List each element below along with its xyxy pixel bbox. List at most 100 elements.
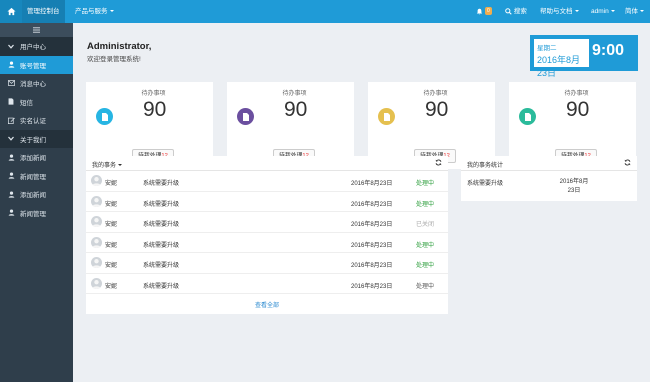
stats-task: 系统需要升级 xyxy=(467,181,504,187)
row-task: 系统需要升级 xyxy=(143,263,180,269)
table-row[interactable]: 安妮 系统需要升级 2016年8月23日 已关闭 xyxy=(86,212,448,233)
document-icon xyxy=(378,108,395,125)
chevron-down-icon xyxy=(640,10,644,13)
sidebar-item-verification[interactable]: 实名认证 xyxy=(0,111,73,130)
top-navbar: 管理控制台 产品与服务 0 搜索 帮助与文档 admin 简体 xyxy=(0,0,650,23)
document-icon xyxy=(519,108,536,125)
chevron-down-icon xyxy=(118,164,123,167)
row-task: 系统需要升级 xyxy=(143,283,180,290)
card-value: 90 xyxy=(284,98,308,121)
user-icon xyxy=(8,172,16,179)
help-menu[interactable]: 帮助与文档 xyxy=(540,0,579,23)
row-date: 2016年8月23日 xyxy=(351,222,393,228)
sidebar: 用户中心 账号管理 消息中心 短信 实名认证 关于我们 添加新闻 新闻管理 添加… xyxy=(0,23,73,382)
greeting-subtitle: 欢迎登录管理系统! xyxy=(87,56,141,63)
sidebar-item-about[interactable]: 关于我们 xyxy=(0,129,73,148)
edit-icon xyxy=(8,117,16,124)
avatar xyxy=(91,195,102,207)
avatar xyxy=(91,216,102,227)
sidebar-item-user-center[interactable]: 用户中心 xyxy=(0,37,73,56)
row-name: 安妮 xyxy=(105,222,118,228)
document-icon xyxy=(8,98,16,105)
chevron-down-icon xyxy=(109,10,114,13)
chevron-down-icon xyxy=(574,10,579,13)
sidebar-item-sms[interactable]: 短信 xyxy=(0,93,73,112)
row-date: 2016年8月23日 xyxy=(351,181,393,187)
sidebar-item-account[interactable]: 账号管理 xyxy=(0,55,73,74)
avatar xyxy=(91,277,102,289)
date-clock-widget: 星期二 2016年8月23日 9:00 xyxy=(530,35,638,78)
row-status: 处理中 xyxy=(416,242,435,249)
panel-header: 我的事务 xyxy=(86,156,448,171)
card-value: 90 xyxy=(143,98,167,121)
table-row[interactable]: 安妮 系统需要升级 2016年8月23日 处理中 xyxy=(86,171,448,192)
my-tasks-panel: 我的事务 安妮 系统需要升级 2016年8月23日 处理中 安妮 系统需要升级 2016年8… xyxy=(86,156,448,314)
view-all-link[interactable]: 查看全部 xyxy=(86,300,448,309)
card-value: 90 xyxy=(566,98,590,121)
document-icon xyxy=(237,108,254,125)
greeting-title: Administrator, xyxy=(87,41,152,52)
tasks-filter-dropdown[interactable]: 我的事务 xyxy=(92,160,123,169)
clock-time: 9:00 xyxy=(592,42,625,59)
row-date: 2016年8月23日 xyxy=(351,283,393,290)
stats-row: 系统需要升级 2016年8月 23日 xyxy=(461,171,637,201)
row-name: 安妮 xyxy=(105,181,118,187)
avatar xyxy=(91,175,102,186)
user-icon xyxy=(8,61,16,68)
row-name: 安妮 xyxy=(105,283,118,290)
task-stats-panel: 我的事务统计 系统需要升级 2016年8月 23日 xyxy=(461,156,637,201)
menu-icon xyxy=(33,27,40,33)
row-task: 系统需要升级 xyxy=(143,181,180,187)
table-row[interactable]: 安妮 系统需要升级 2016年8月23日 处理中 xyxy=(86,192,448,212)
sidebar-item-news-manage[interactable]: 新闻管理 xyxy=(0,167,73,186)
clock-date: 2016年8月23日 xyxy=(537,55,581,78)
row-task: 系统需要升级 xyxy=(143,201,180,208)
row-name: 安妮 xyxy=(105,242,118,249)
home-icon xyxy=(6,7,16,16)
envelope-icon xyxy=(8,80,16,87)
table-row[interactable]: 安妮 系统需要升级 2016年8月23日 处理中 xyxy=(86,253,448,274)
panel-title: 我的事务统计 xyxy=(467,163,504,169)
table-row[interactable]: 安妮 系统需要升级 2016年8月23日 处理中 xyxy=(86,274,448,294)
user-icon xyxy=(8,191,16,198)
sidebar-item-messages[interactable]: 消息中心 xyxy=(0,74,73,93)
clock-date-box: 星期二 2016年8月23日 xyxy=(534,39,589,78)
sidebar-item-news-manage-2[interactable]: 新闻管理 xyxy=(0,204,73,223)
notification-badge: 0 xyxy=(485,7,492,16)
row-status: 处理中 xyxy=(416,283,435,290)
sidebar-item-add-news-2[interactable]: 添加新闻 xyxy=(0,185,73,204)
card-label: 待办事项 xyxy=(564,91,589,97)
chevron-down-icon xyxy=(8,44,16,49)
products-menu[interactable]: 产品与服务 xyxy=(75,0,114,23)
home-button[interactable] xyxy=(0,0,22,23)
search-icon xyxy=(505,7,512,15)
refresh-icon[interactable] xyxy=(435,159,442,168)
row-name: 安妮 xyxy=(105,263,118,269)
user-icon xyxy=(8,154,16,161)
clock-weekday: 星期二 xyxy=(537,45,557,52)
row-date: 2016年8月23日 xyxy=(351,242,393,249)
row-name: 安妮 xyxy=(105,201,118,208)
language-menu[interactable]: 简体 xyxy=(625,0,644,23)
row-task: 系统需要升级 xyxy=(143,242,180,249)
row-date: 2016年8月23日 xyxy=(351,263,393,269)
notifications-button[interactable]: 0 xyxy=(476,0,492,23)
chevron-down-icon xyxy=(610,10,615,13)
card-value: 90 xyxy=(425,98,449,121)
row-status: 处理中 xyxy=(416,181,435,187)
table-row[interactable]: 安妮 系统需要升级 2016年8月23日 处理中 xyxy=(86,233,448,253)
task-list: 安妮 系统需要升级 2016年8月23日 处理中 安妮 系统需要升级 2016年8月23日处… xyxy=(86,171,448,294)
row-status: 已关闭 xyxy=(416,222,435,228)
avatar xyxy=(91,257,102,268)
row-status: 处理中 xyxy=(416,201,435,208)
stats-date: 2016年8月 23日 xyxy=(559,179,589,194)
card-label: 待办事项 xyxy=(423,91,448,97)
refresh-icon[interactable] xyxy=(624,159,631,168)
search-button[interactable]: 搜索 xyxy=(505,0,527,23)
sidebar-toggle[interactable] xyxy=(0,23,73,37)
sidebar-item-add-news[interactable]: 添加新闻 xyxy=(0,148,73,167)
panel-header: 我的事务统计 xyxy=(461,156,637,171)
user-menu[interactable]: admin xyxy=(591,0,615,23)
brand-link[interactable]: 管理控制台 xyxy=(22,0,65,23)
main-content: Administrator, 欢迎登录管理系统! 星期二 2016年8月23日 … xyxy=(73,23,650,382)
